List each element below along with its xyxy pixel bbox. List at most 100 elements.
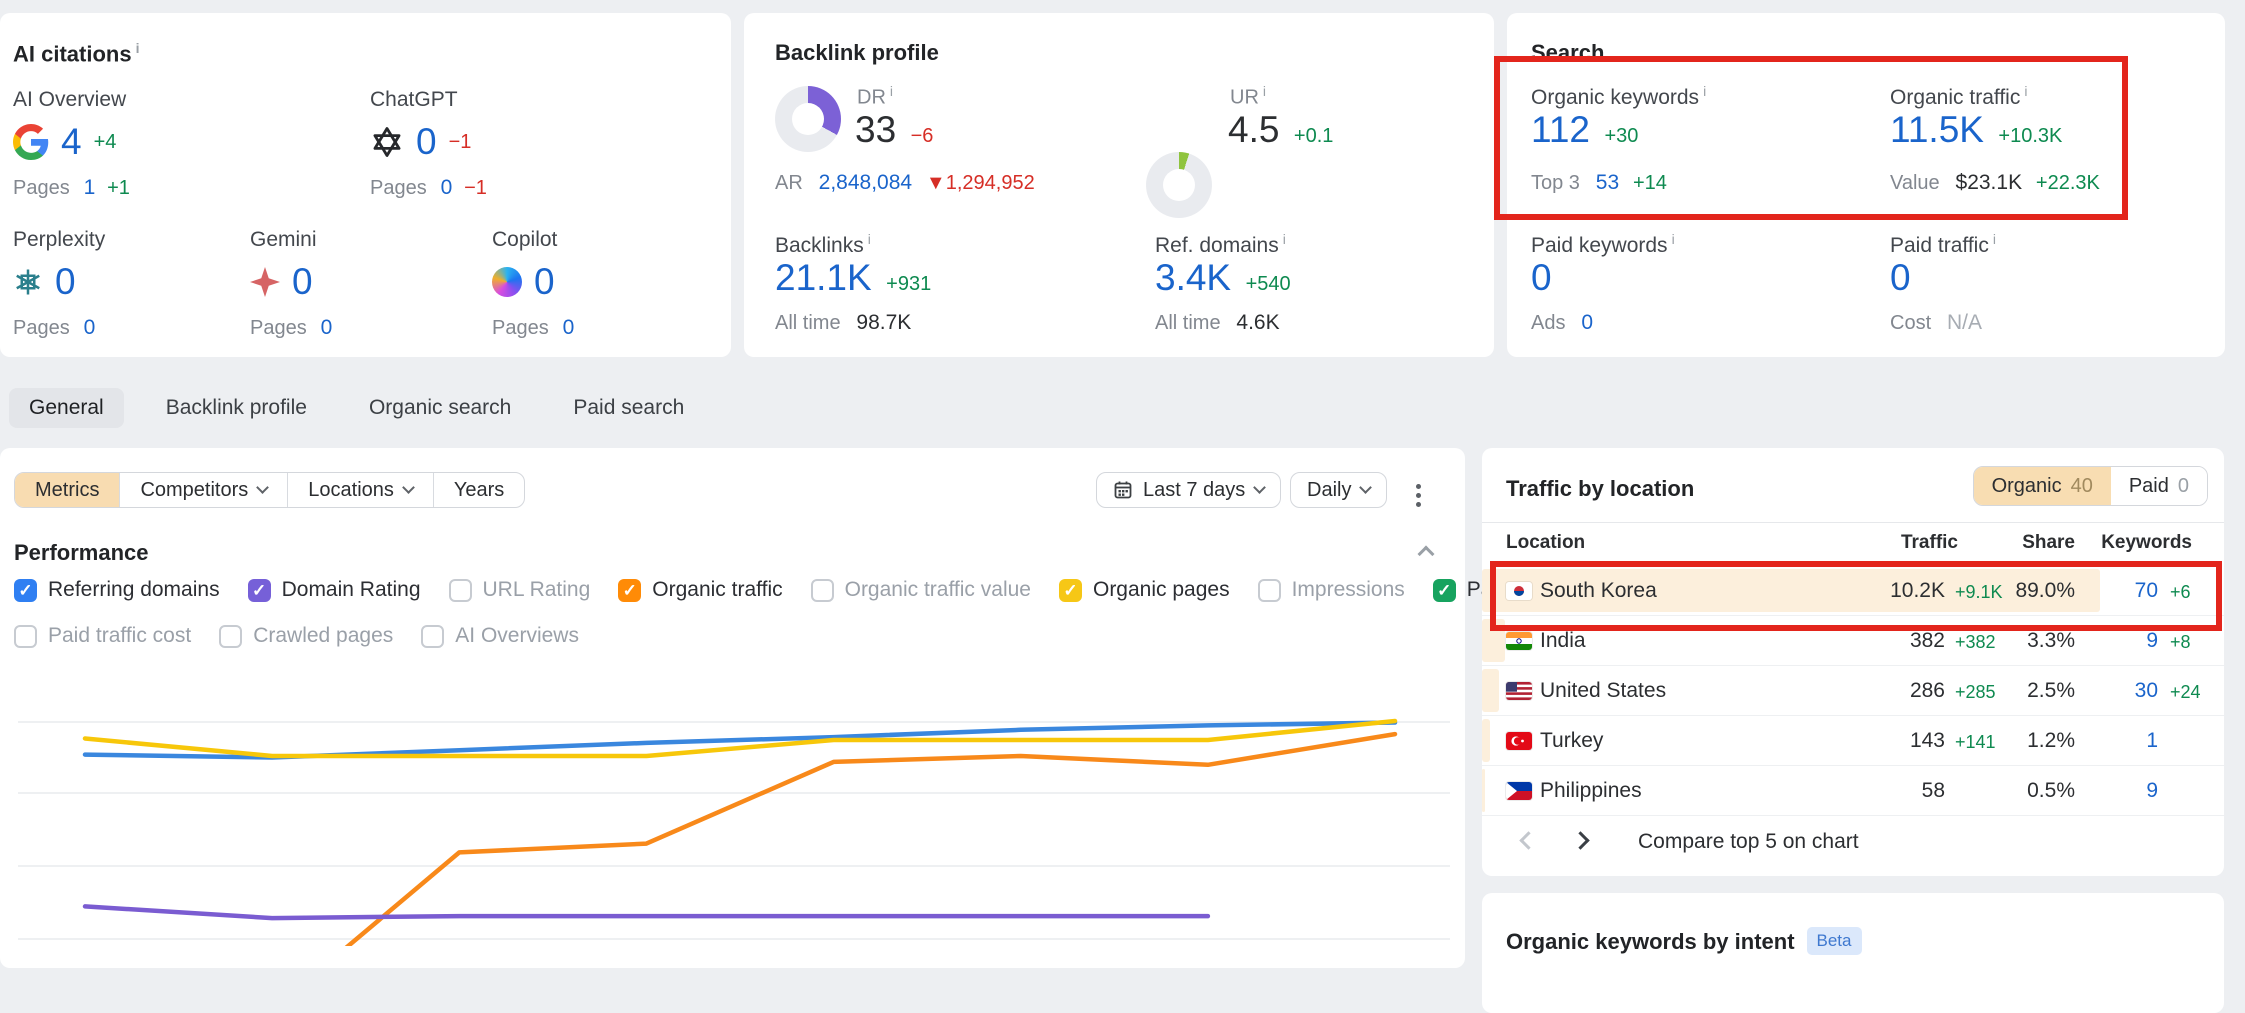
tab-organic-search[interactable]: Organic search xyxy=(349,388,531,428)
column-traffic: Traffic xyxy=(1812,532,1958,554)
ref-domains-value[interactable]: 3.4K xyxy=(1155,257,1231,298)
tab-backlink-profile[interactable]: Backlink profile xyxy=(146,388,327,428)
traffic-value: 286 xyxy=(1812,679,1945,703)
keywords-by-intent-title: Organic keywords by intent xyxy=(1506,929,1795,954)
locations-button[interactable]: Locations xyxy=(288,473,434,507)
metric-referring-domains[interactable]: Referring domains xyxy=(14,578,220,602)
paid-keywords-label: Paid keywordsi xyxy=(1531,231,1675,258)
metric-paid-traffic-cost[interactable]: Paid traffic cost xyxy=(14,624,191,648)
tile-value[interactable]: 0 xyxy=(534,261,555,303)
info-icon[interactable]: i xyxy=(1283,231,1286,247)
checkbox xyxy=(449,579,472,602)
filter-segmented-control: Metrics Competitors Locations Years xyxy=(14,472,525,508)
date-range-button[interactable]: Last 7 days xyxy=(1096,472,1281,508)
info-icon[interactable]: i xyxy=(1993,231,1996,247)
keywords-delta: +8 xyxy=(2170,632,2191,653)
table-row-united-states[interactable]: United States 286 +285 2.5% 30 +24 xyxy=(1482,666,2224,716)
years-button[interactable]: Years xyxy=(434,473,524,507)
metric-organic-pages[interactable]: Organic pages xyxy=(1059,578,1230,602)
pages-value[interactable]: 0 xyxy=(441,176,453,199)
metric-ai-overviews[interactable]: AI Overviews xyxy=(421,624,579,648)
table-row-philippines[interactable]: Philippines 58 0.5% 9 xyxy=(1482,766,2224,816)
competitors-button[interactable]: Competitors xyxy=(120,473,288,507)
compare-top5-label[interactable]: Compare top 5 on chart xyxy=(1638,830,1859,854)
location-name: United States xyxy=(1540,679,1666,703)
column-location: Location xyxy=(1506,532,1585,554)
ar-value[interactable]: 2,848,084 xyxy=(819,171,912,194)
pages-value[interactable]: 1 xyxy=(84,176,96,199)
tile-value[interactable]: 0 xyxy=(292,261,313,303)
info-icon[interactable]: i xyxy=(868,231,871,247)
checkbox xyxy=(618,579,641,602)
metric-domain-rating[interactable]: Domain Rating xyxy=(248,578,421,602)
checkbox xyxy=(14,579,37,602)
paid-keywords-value[interactable]: 0 xyxy=(1531,257,1552,299)
table-row-south-korea[interactable]: South Korea 10.2K +9.1K 89.0% 70 +6 xyxy=(1482,566,2224,616)
tile-label: AI Overview xyxy=(13,88,313,112)
metric-organic-traffic-value[interactable]: Organic traffic value xyxy=(811,578,1031,602)
chevron-down-icon xyxy=(1253,481,1266,494)
toggle-organic[interactable]: Organic40 xyxy=(1974,467,2111,505)
tile-value[interactable]: 4 xyxy=(61,121,82,163)
pages-value[interactable]: 0 xyxy=(84,316,96,339)
prev-page-button[interactable] xyxy=(1522,834,1535,852)
info-icon[interactable]: i xyxy=(136,40,140,56)
backlink-profile-card: Backlink profile DRi 33 −6 AR 2,848,084 … xyxy=(744,13,1494,357)
tile-delta: +4 xyxy=(94,131,117,154)
info-icon[interactable]: i xyxy=(1263,83,1266,99)
metric-organic-traffic[interactable]: Organic traffic xyxy=(618,578,782,602)
ref-domains-delta: +540 xyxy=(1246,273,1291,295)
tile-value[interactable]: 0 xyxy=(416,121,437,163)
organic-keywords-label: Organic keywordsi xyxy=(1531,83,1706,110)
organic-keywords-value[interactable]: 112 xyxy=(1531,109,1590,150)
pages-value[interactable]: 0 xyxy=(321,316,333,339)
metric-crawled-pages[interactable]: Crawled pages xyxy=(219,624,393,648)
collapse-chevron-icon[interactable] xyxy=(1418,546,1435,563)
search-card: Search Organic keywordsi 112 +30 Top 3 5… xyxy=(1507,13,2225,357)
granularity-button[interactable]: Daily xyxy=(1290,472,1387,508)
table-row-turkey[interactable]: Turkey 143 +141 1.2% 1 xyxy=(1482,716,2224,766)
overview-tabs: General Backlink profile Organic search … xyxy=(9,388,704,428)
share-bar xyxy=(1482,619,1505,662)
pages-value[interactable]: 0 xyxy=(563,316,575,339)
tab-general[interactable]: General xyxy=(9,388,124,428)
flag-united-states-icon xyxy=(1506,682,1532,700)
backlinks-delta: +931 xyxy=(886,273,931,295)
toggle-paid[interactable]: Paid0 xyxy=(2111,467,2207,505)
keywords-value[interactable]: 9 xyxy=(2082,629,2158,653)
checkbox xyxy=(219,625,242,648)
paid-traffic-value[interactable]: 0 xyxy=(1890,257,1911,299)
organic-traffic-value[interactable]: 11.5K xyxy=(1890,109,1984,150)
kebab-menu-button[interactable] xyxy=(1410,476,1427,515)
keywords-value[interactable]: 1 xyxy=(2082,729,2158,753)
info-icon[interactable]: i xyxy=(1703,83,1706,99)
keywords-value[interactable]: 70 xyxy=(2082,579,2158,603)
pages-label: Pages xyxy=(250,317,307,339)
table-row-india[interactable]: India 382 +382 3.3% 9 +8 xyxy=(1482,616,2224,666)
share-value: 2.5% xyxy=(1991,679,2075,703)
dr-delta: −6 xyxy=(911,125,934,147)
organic-traffic-label: Organic traffici xyxy=(1890,83,2027,110)
top3-row: Top 3 53 +14 xyxy=(1531,171,1667,195)
tile-label: Perplexity xyxy=(13,228,233,252)
metrics-button[interactable]: Metrics xyxy=(15,473,120,507)
share-value: 3.3% xyxy=(1991,629,2075,653)
info-icon[interactable]: i xyxy=(890,83,893,99)
tab-paid-search[interactable]: Paid search xyxy=(553,388,704,428)
metric-impressions[interactable]: Impressions xyxy=(1258,578,1405,602)
metric-url-rating[interactable]: URL Rating xyxy=(449,578,591,602)
keywords-value[interactable]: 30 xyxy=(2082,679,2158,703)
checkbox xyxy=(248,579,271,602)
info-icon[interactable]: i xyxy=(1672,231,1675,247)
ai-citations-card: AI citationsi AI Overview 4 +4 Pages 1 +… xyxy=(0,13,731,357)
ur-value: 4.5 xyxy=(1228,109,1279,150)
keywords-value[interactable]: 9 xyxy=(2082,779,2158,803)
backlinks-value[interactable]: 21.1K xyxy=(775,257,872,298)
tile-value[interactable]: 0 xyxy=(55,261,76,303)
ai-tile-gemini: Gemini 0 Pages 0 xyxy=(250,228,470,340)
info-icon[interactable]: i xyxy=(2024,83,2027,99)
next-page-button[interactable] xyxy=(1574,834,1587,852)
keywords-by-intent-card: Organic keywords by intentBeta xyxy=(1482,893,2224,1013)
location-name: Philippines xyxy=(1540,779,1642,803)
traffic-value: 382 xyxy=(1812,629,1945,653)
